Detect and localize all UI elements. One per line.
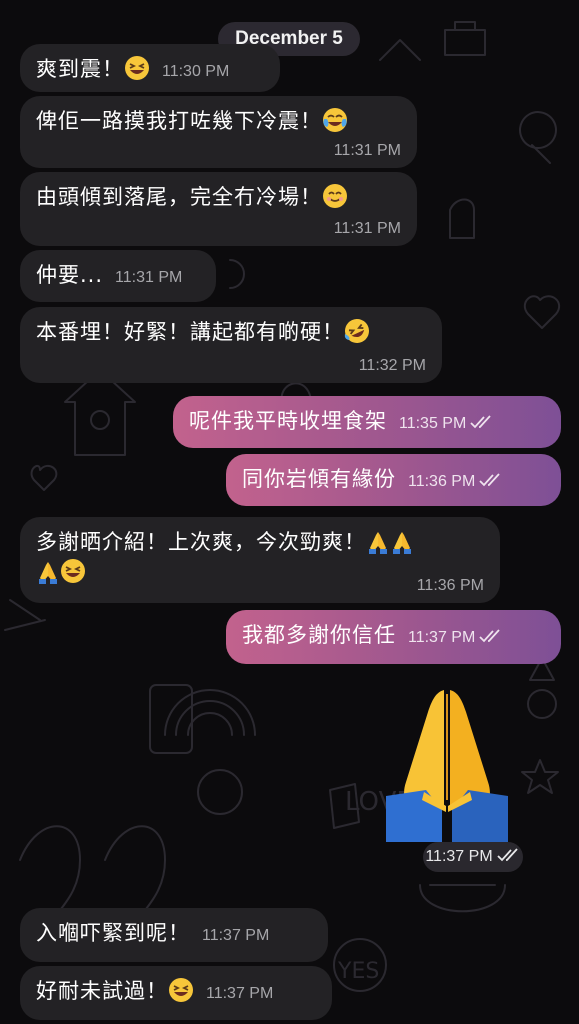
svg-text:YES: YES [337, 959, 379, 984]
message-time: 11:37 PM [202, 926, 270, 944]
incoming-message[interactable]: 仲要... 11:31 PM [20, 250, 216, 302]
message-text: 入嗰吓緊到呢！ [36, 921, 190, 945]
folded-hands-icon [366, 530, 390, 558]
sticker-timestamp: 11:37 PM [423, 842, 523, 872]
incoming-message[interactable]: 本番埋！好緊！講起都有啲硬！ 11:32 PM [20, 307, 442, 383]
outgoing-message[interactable]: 我都多謝你信任 11:37 PM [226, 610, 561, 664]
incoming-message[interactable]: 爽到震！ 11:30 PM [20, 44, 280, 92]
folded-hands-sticker[interactable] [384, 684, 510, 842]
grinning-squinting-face-icon [60, 558, 86, 588]
smiling-face-icon [322, 183, 348, 213]
message-time: 11:37 PM [425, 848, 493, 865]
face-with-tears-of-joy-icon [322, 107, 348, 137]
double-check-read-icon [479, 472, 503, 491]
message-text: 由頭傾到落尾，完全冇冷場！ [36, 185, 322, 209]
folded-hands-icon [390, 530, 414, 558]
message-time: 11:36 PM [408, 472, 476, 490]
incoming-message[interactable]: 入嗰吓緊到呢！ 11:37 PM [20, 908, 328, 962]
double-check-read-icon [497, 847, 521, 867]
rolling-on-floor-laughing-icon [344, 318, 370, 348]
message-text: 本番埋！好緊！講起都有啲硬！ [36, 320, 344, 344]
message-text: 我都多謝你信任 [242, 623, 396, 647]
grinning-squinting-face-icon [168, 977, 194, 1007]
double-check-read-icon [470, 414, 494, 433]
message-text: 同你岩傾有緣份 [242, 467, 396, 491]
message-time: 11:31 PM [333, 220, 401, 237]
outgoing-message[interactable]: 呢件我平時收埋食架 11:35 PM [173, 396, 561, 448]
message-time: 11:31 PM [115, 268, 183, 286]
message-text: 俾佢一路摸我打咗幾下冷震！ [36, 109, 322, 133]
message-time: 11:37 PM [206, 984, 274, 1002]
message-text: 多謝晒介紹！上次爽，今次勁爽！ [36, 530, 366, 554]
incoming-message[interactable]: 由頭傾到落尾，完全冇冷場！ 11:31 PM [20, 172, 417, 246]
message-time: 11:37 PM [408, 628, 476, 646]
incoming-message[interactable]: 好耐未試過！ 11:37 PM [20, 966, 332, 1020]
grinning-squinting-face-icon [124, 55, 150, 85]
message-time: 11:36 PM [416, 577, 484, 594]
message-text: 仲要... [36, 263, 104, 287]
incoming-message[interactable]: 多謝晒介紹！上次爽，今次勁爽！ 11:36 PM [20, 517, 500, 603]
message-text: 呢件我平時收埋食架 [189, 409, 387, 433]
message-text: 好耐未試過！ [36, 979, 168, 1003]
message-time: 11:30 PM [162, 62, 230, 80]
message-time: 11:35 PM [399, 414, 467, 432]
folded-hands-icon [386, 690, 508, 842]
message-text: 爽到震！ [36, 57, 124, 81]
folded-hands-icon [36, 560, 60, 588]
incoming-message[interactable]: 俾佢一路摸我打咗幾下冷震！ 11:31 PM [20, 96, 417, 168]
outgoing-message[interactable]: 同你岩傾有緣份 11:36 PM [226, 454, 561, 506]
message-time: 11:32 PM [358, 357, 426, 374]
message-time: 11:31 PM [333, 142, 401, 159]
double-check-read-icon [479, 628, 503, 647]
